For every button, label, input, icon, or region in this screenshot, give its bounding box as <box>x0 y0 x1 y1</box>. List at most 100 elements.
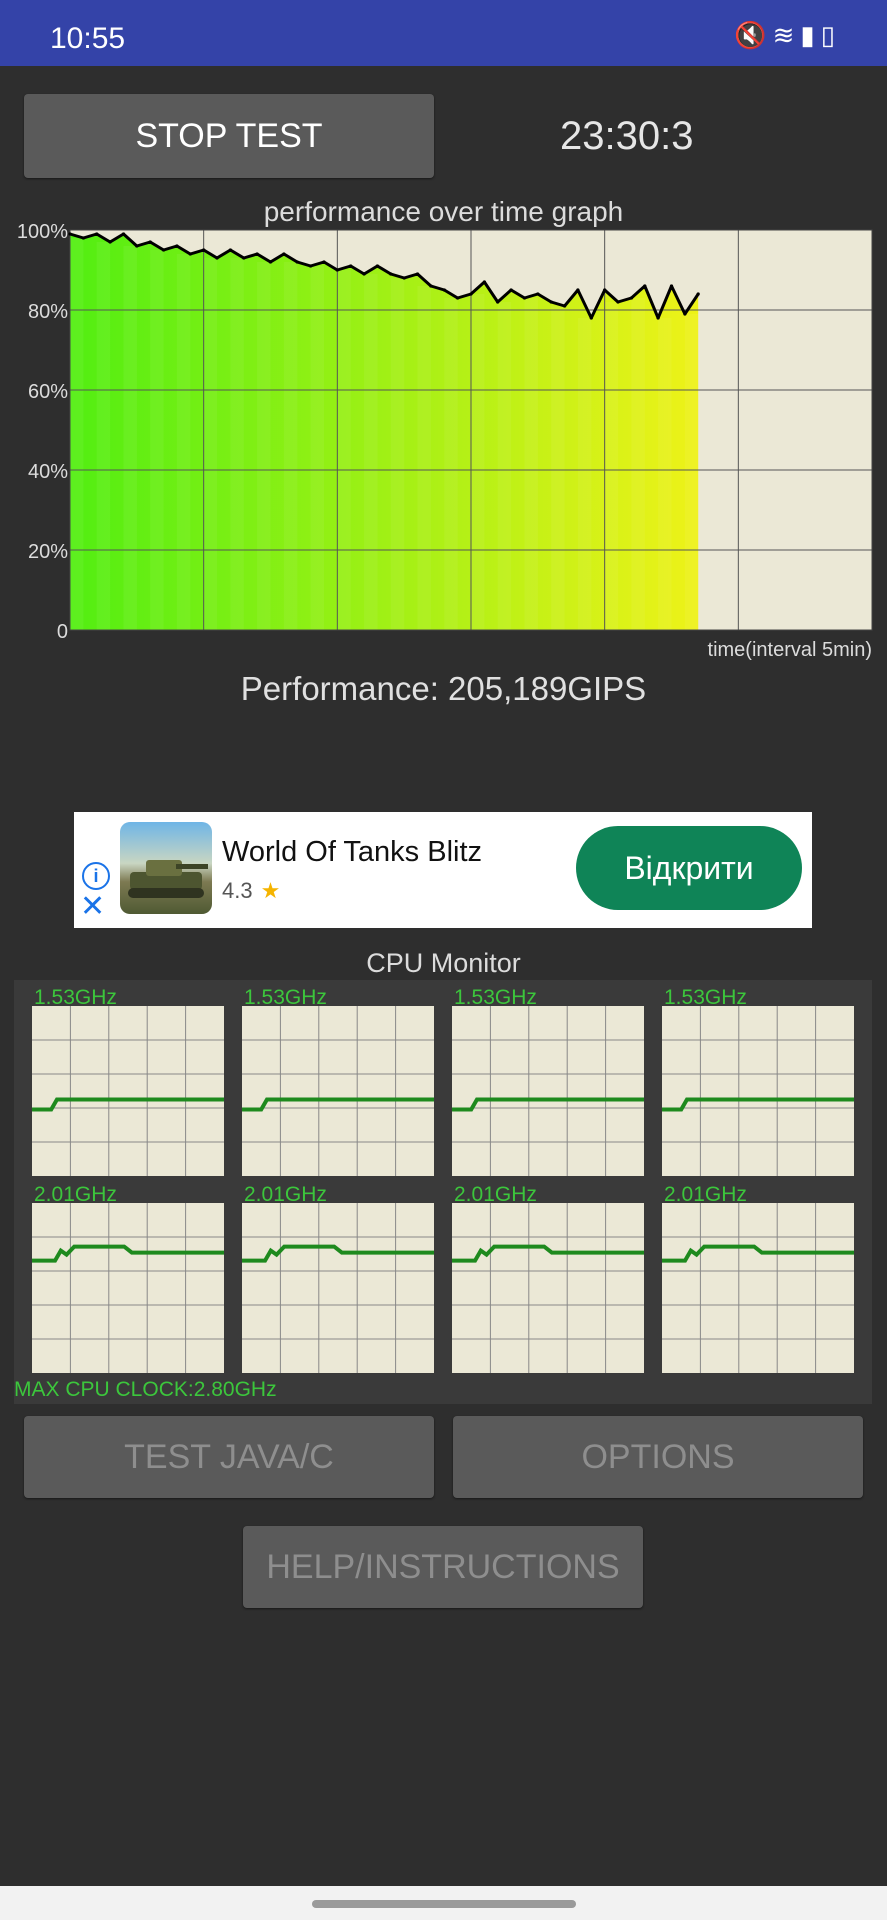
performance-band <box>471 294 485 630</box>
core-graph-bg <box>32 1203 224 1373</box>
performance-point <box>603 288 607 292</box>
core-clock-label: 2.01GHz <box>34 1183 117 1206</box>
performance-graph: 100% 80% 60% 40% 20% 0 time(interval 5min) <box>17 221 873 661</box>
home-gesture-handle[interactable] <box>312 1900 576 1908</box>
status-icons: 🔇≋▮▯ <box>734 20 841 51</box>
core-clock-label: 1.53GHz <box>454 986 537 1009</box>
performance-point <box>121 232 126 236</box>
tank-icon <box>128 860 208 898</box>
performance-point <box>576 288 580 292</box>
performance-point <box>95 232 99 236</box>
cpu-core-graph: 2.01GHz <box>452 1183 644 1373</box>
performance-point <box>549 300 553 304</box>
performance-point <box>81 236 85 240</box>
performance-point <box>309 264 313 268</box>
performance-band <box>230 258 244 630</box>
performance-point <box>456 296 460 300</box>
performance-band <box>364 274 378 630</box>
ad-open-button[interactable]: Відкрити <box>576 826 802 910</box>
cpu-core-graph: 2.01GHz <box>662 1183 854 1373</box>
ad-rating: 4.3 ★ <box>222 878 280 904</box>
performance-point <box>656 316 660 320</box>
performance-point <box>68 232 72 236</box>
cpu-core-graph: 2.01GHz <box>32 1183 224 1373</box>
cpu-monitor-panel: 1.53GHz 1.53GHz 1.53GHz 1.53GHz 2.01GHz 2.01G… <box>14 980 872 1404</box>
ad-banner[interactable]: i ✕ World Of Tanks Blitz 4.3 ★ Відкрити <box>74 812 812 928</box>
performance-point <box>522 296 527 300</box>
core-graph-bg <box>662 1006 854 1176</box>
performance-point <box>375 264 379 268</box>
core-graph-bg <box>242 1203 434 1373</box>
performance-band <box>337 270 351 630</box>
core-clock-label: 2.01GHz <box>244 1183 327 1206</box>
performance-point <box>148 240 152 244</box>
x-axis-label: time(interval 5min) <box>708 639 872 661</box>
performance-band <box>524 298 538 630</box>
star-icon: ★ <box>260 878 281 903</box>
core-graph-bg <box>452 1006 644 1176</box>
performance-point <box>162 248 166 252</box>
performance-point <box>295 260 299 264</box>
battery-icon: ▯ <box>820 20 841 50</box>
performance-point <box>629 296 634 300</box>
core-graph-bg <box>242 1006 434 1176</box>
performance-point <box>696 292 700 296</box>
core-graph-bg <box>662 1203 854 1373</box>
app-icon[interactable] <box>120 822 212 914</box>
performance-point <box>496 300 500 304</box>
status-bar: 10:55 🔇≋▮▯ <box>0 0 887 66</box>
options-button[interactable]: OPTIONS <box>453 1416 863 1498</box>
y-tick-label: 20% <box>28 541 68 563</box>
performance-point <box>135 244 139 248</box>
performance-point <box>349 264 353 268</box>
y-tick-label: 100% <box>17 221 68 243</box>
performance-band <box>577 318 592 630</box>
cpu-monitor-title: CPU Monitor <box>366 948 521 978</box>
ad-close-icon[interactable]: ✕ <box>80 892 105 922</box>
performance-point <box>589 316 593 320</box>
performance-point <box>415 272 420 276</box>
core-clock-label: 1.53GHz <box>664 986 747 1009</box>
performance-point <box>669 284 674 288</box>
performance-band <box>444 298 458 630</box>
performance-band <box>150 250 164 630</box>
performance-point <box>268 260 273 264</box>
performance-point <box>188 252 192 256</box>
ad-info-icon[interactable]: i <box>82 862 110 890</box>
performance-point <box>563 304 567 308</box>
core-clock-label: 2.01GHz <box>454 1183 537 1206</box>
performance-point <box>536 292 540 296</box>
performance-band <box>604 302 619 630</box>
help-instructions-button[interactable]: HELP/INSTRUCTIONS <box>243 1526 643 1608</box>
performance-readout: Performance: 205,189GIPS <box>240 670 647 707</box>
cpu-core-graph: 1.53GHz <box>662 986 854 1176</box>
cpu-core-graph: 1.53GHz <box>32 986 224 1176</box>
performance-point <box>282 252 286 256</box>
performance-point <box>482 280 486 284</box>
performance-point <box>108 240 112 244</box>
performance-point <box>362 272 366 276</box>
core-graph-bg <box>452 1203 644 1373</box>
performance-point <box>389 272 393 276</box>
performance-band <box>390 278 405 630</box>
cpu-core-graph: 1.53GHz <box>452 986 644 1176</box>
performance-band <box>283 262 298 630</box>
performance-band <box>123 246 137 630</box>
performance-band <box>497 302 512 630</box>
performance-band <box>658 318 672 630</box>
core-clock-label: 1.53GHz <box>34 986 117 1009</box>
cpu-core-graphs: 1.53GHz 1.53GHz 1.53GHz 1.53GHz 2.01GHz 2.01G… <box>32 986 854 1373</box>
ad-app-title: World Of Tanks Blitz <box>222 836 483 868</box>
stop-test-button[interactable]: STOP TEST <box>24 94 434 178</box>
test-java-c-button[interactable]: TEST JAVA/C <box>24 1416 434 1498</box>
core-graph-bg <box>32 1006 224 1176</box>
core-clock-label: 2.01GHz <box>664 1183 747 1206</box>
performance-point <box>335 268 339 272</box>
performance-band <box>551 306 565 630</box>
performance-band <box>310 266 324 630</box>
performance-point <box>442 288 446 292</box>
performance-band <box>417 286 431 630</box>
performance-band <box>631 298 645 630</box>
cpu-core-graph: 2.01GHz <box>242 1183 434 1373</box>
mute-icon: 🔇 <box>734 20 773 50</box>
